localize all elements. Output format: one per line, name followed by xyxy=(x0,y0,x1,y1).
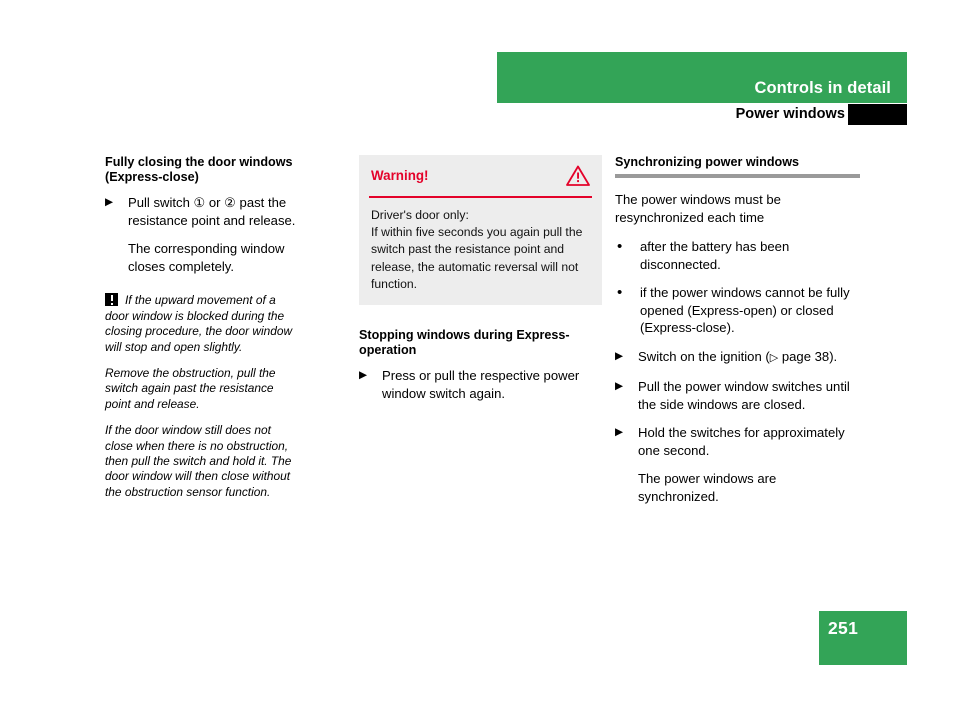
exclamation-box-icon xyxy=(105,293,118,307)
triangle-bullet-icon: ▶ xyxy=(615,380,624,393)
page-number-box: 251 xyxy=(819,611,907,665)
page-number: 251 xyxy=(828,618,859,638)
heading-divider xyxy=(615,174,860,179)
column-right: Synchronizing power windows The power wi… xyxy=(615,155,860,516)
list-item: • after the battery has been disconnecte… xyxy=(615,238,860,273)
list-item: ▶ Switch on the ignition (▷ page 38). xyxy=(615,348,860,368)
left-column-heading: Fully closing the door windows (Express-… xyxy=(105,155,293,185)
note-paragraph-2: Remove the obstruction, pull the switch … xyxy=(105,366,276,411)
dot-bullet-icon: • xyxy=(617,238,623,256)
triangle-bullet-icon: ▶ xyxy=(105,196,114,209)
list-item: ▶ Press or pull the respective power win… xyxy=(359,367,602,402)
left-note-block: If the upward movement of a door window … xyxy=(105,293,301,500)
column-left: Fully closing the door windows (Express-… xyxy=(105,155,301,500)
middle-column-heading: Stopping windows during Express-operatio… xyxy=(359,328,570,358)
warning-box: Warning! Driver's door only: If within f… xyxy=(359,155,602,306)
step1-text-before: Switch on the ignition ( xyxy=(638,348,770,364)
right-step-text-2: Pull the power window switches until the… xyxy=(638,379,850,412)
left-result-text: The corresponding window closes complete… xyxy=(128,241,285,274)
warning-triangle-icon xyxy=(566,165,590,186)
chapter-title: Controls in detail xyxy=(754,79,891,97)
circled-one-icon: ① xyxy=(193,195,206,211)
left-step-text: Pull switch ① or ② past the resistance p… xyxy=(128,194,301,229)
right-step-text-1: Switch on the ignition (▷ page 38). xyxy=(638,348,860,368)
warning-header: Warning! xyxy=(369,155,592,198)
right-column-heading: Synchronizing power windows xyxy=(615,155,800,169)
condition-text-2: if the power windows cannot be fully ope… xyxy=(640,285,850,336)
step1-text-after: ). xyxy=(829,348,838,364)
warning-body-text: Driver's door only: If within five secon… xyxy=(371,208,583,291)
note-paragraph-3: If the door window still does not close … xyxy=(105,423,292,499)
triangle-bullet-icon: ▶ xyxy=(615,349,624,362)
right-result-text: The power windows are synchronized. xyxy=(638,471,777,504)
list-item: ▶ Pull the power window switches until t… xyxy=(615,378,860,413)
condition-text-1: after the battery has been disconnected. xyxy=(640,239,790,272)
dot-bullet-icon: • xyxy=(617,284,623,302)
step-text-mid: or xyxy=(205,195,225,211)
column-middle: Warning! Driver's door only: If within f… xyxy=(359,155,602,402)
page-reference-link[interactable]: page 38 xyxy=(778,349,829,364)
header-subtitle-row: Power windows xyxy=(497,104,907,126)
list-item: • if the power windows cannot be fully o… xyxy=(615,284,860,337)
chapter-thumb-tab xyxy=(848,104,907,125)
right-step-text-3: Hold the switches for approximately one … xyxy=(638,425,845,458)
step-text-before: Pull switch xyxy=(128,195,194,211)
right-intro-text: The power windows must be resynchronized… xyxy=(615,192,781,225)
triangle-bullet-icon: ▶ xyxy=(359,369,368,382)
page-reference-icon: ▷ xyxy=(769,351,779,364)
triangle-bullet-icon: ▶ xyxy=(615,426,624,439)
warning-title: Warning! xyxy=(371,168,429,183)
circled-two-icon: ② xyxy=(224,195,236,211)
list-item: ▶ Hold the switches for approximately on… xyxy=(615,424,860,459)
middle-step-text: Press or pull the respective power windo… xyxy=(382,368,580,401)
section-title: Power windows xyxy=(735,106,845,122)
note-text-1: If the upward movement of a door window … xyxy=(105,293,293,354)
list-item: ▶ Pull switch ① or ② past the resistance… xyxy=(105,194,301,229)
note-paragraph-1: If the upward movement of a door window … xyxy=(105,293,301,355)
header-green-band: Controls in detail xyxy=(497,52,907,103)
